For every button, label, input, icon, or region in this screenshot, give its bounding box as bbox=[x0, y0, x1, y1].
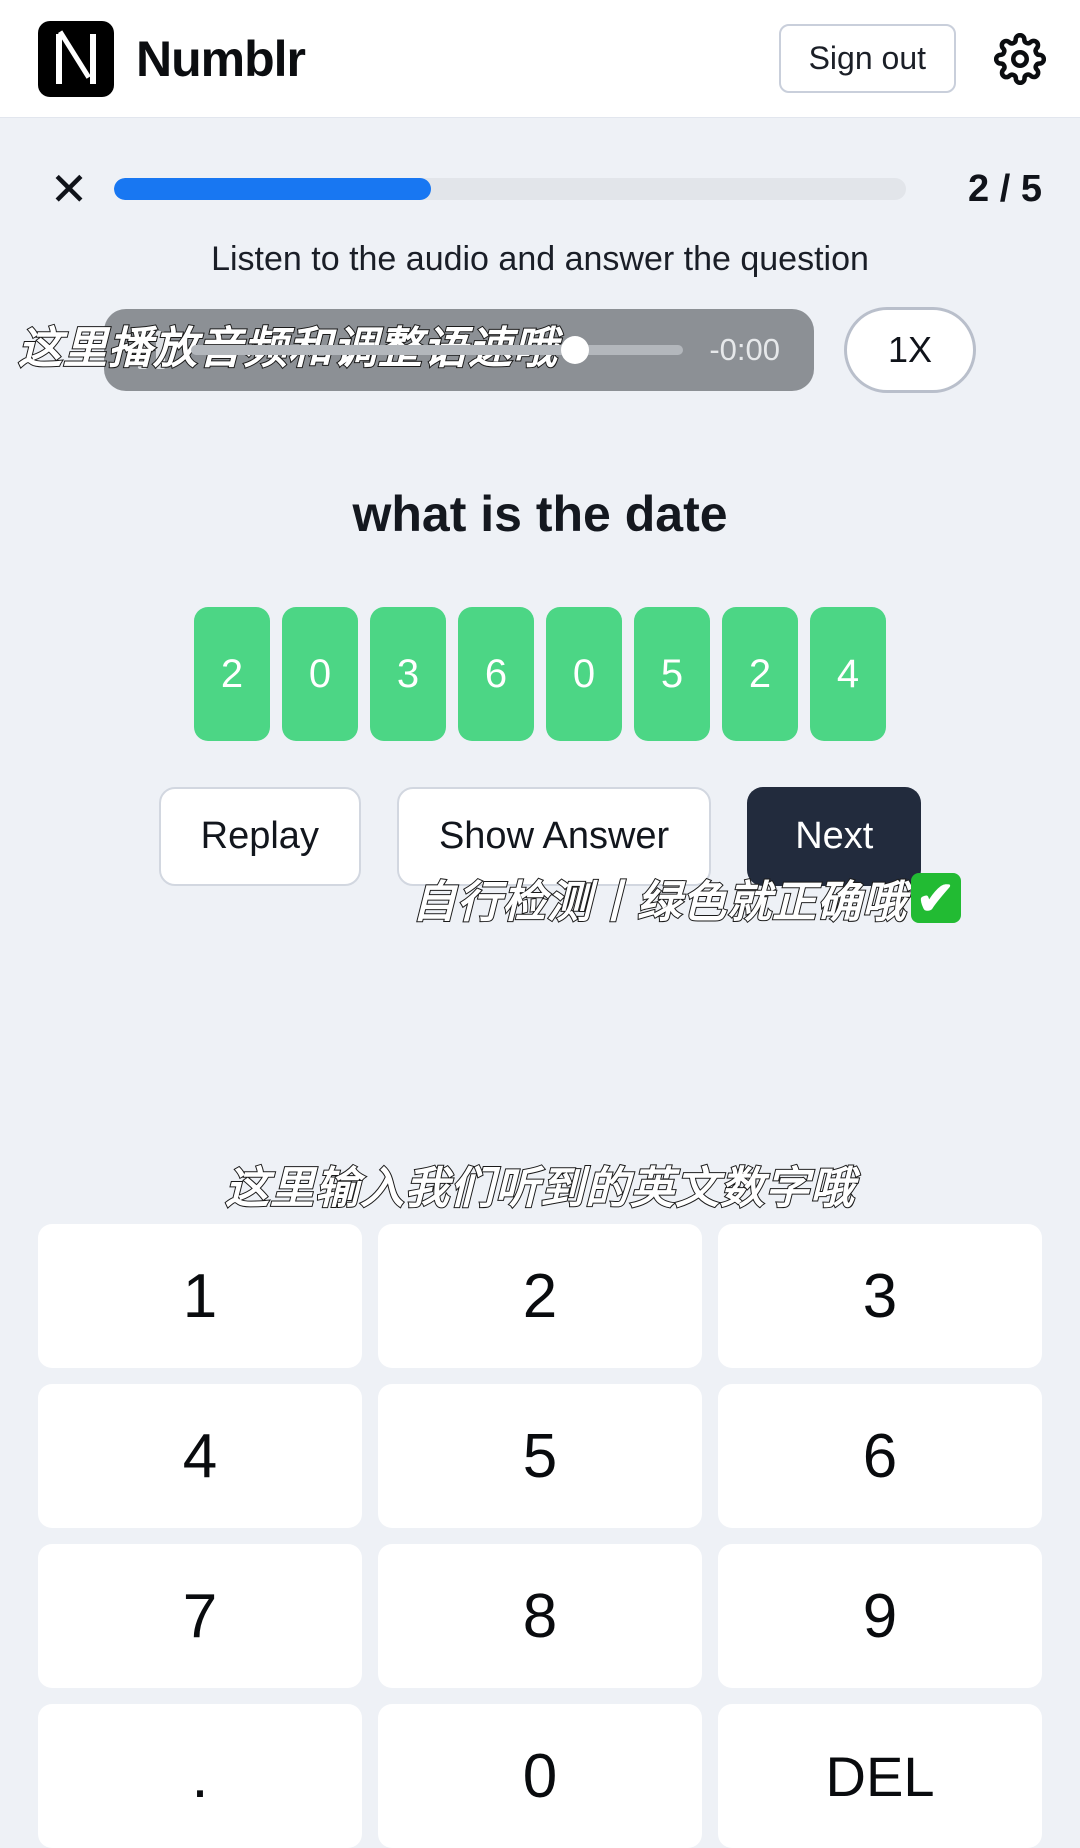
keypad-key-7[interactable]: 7 bbox=[38, 1544, 362, 1688]
keypad-key-5[interactable]: 5 bbox=[378, 1384, 702, 1528]
annotation-keypad-hint: 这里输入我们听到的英文数字哦 bbox=[224, 1163, 855, 1214]
replay-button[interactable]: Replay bbox=[158, 787, 361, 886]
keypad-key-1[interactable]: 1 bbox=[38, 1224, 362, 1368]
answer-tile: 3 bbox=[370, 607, 446, 741]
question-counter: 2 / 5 bbox=[968, 167, 1042, 210]
answer-tile: 2 bbox=[194, 607, 270, 741]
brand-title: Numblr bbox=[136, 30, 306, 87]
app-header: Numblr Sign out bbox=[0, 0, 1080, 118]
answer-tiles: 20360524 bbox=[0, 607, 1080, 741]
keypad-key-9[interactable]: 9 bbox=[718, 1544, 1042, 1688]
answer-tile: 5 bbox=[634, 607, 710, 741]
numblr-n-logo-icon bbox=[38, 20, 114, 97]
answer-tile: 6 bbox=[458, 607, 534, 741]
seek-thumb[interactable] bbox=[561, 336, 590, 364]
answer-tile: 0 bbox=[282, 607, 358, 741]
progress-bar-track bbox=[114, 178, 906, 200]
instruction-text: Listen to the audio and answer the quest… bbox=[211, 240, 869, 278]
keypad-key-0[interactable]: 0 bbox=[378, 1704, 702, 1848]
annotation-check-text: 自行检测丨绿色就正确哦 bbox=[411, 877, 907, 928]
audio-time-remaining: -0:00 bbox=[709, 332, 780, 367]
gear-icon[interactable] bbox=[990, 29, 1050, 89]
keypad-key-4[interactable]: 4 bbox=[38, 1384, 362, 1528]
progress-bar-fill bbox=[114, 178, 431, 200]
numeric-keypad: 1 2 3 4 5 6 7 8 9. 0 DEL bbox=[38, 1224, 1042, 1848]
keypad-key-6[interactable]: 6 bbox=[718, 1384, 1042, 1528]
progress-row: ✕ 2 / 5 bbox=[38, 166, 1042, 212]
keypad-key-del[interactable]: DEL bbox=[718, 1704, 1042, 1848]
playback-speed-button[interactable]: 1X bbox=[844, 307, 976, 393]
audio-seek-slider[interactable] bbox=[191, 336, 684, 364]
keypad-key-2[interactable]: 2 bbox=[378, 1224, 702, 1368]
question-text: what is the date bbox=[352, 486, 728, 542]
answer-tile: 0 bbox=[546, 607, 622, 741]
answer-tile: 4 bbox=[810, 607, 886, 741]
answer-tile: 2 bbox=[722, 607, 798, 741]
keypad-key-8[interactable]: 8 bbox=[378, 1544, 702, 1688]
keypad-key-3[interactable]: 3 bbox=[718, 1224, 1042, 1368]
annotation-audio-hint: 这里播放音频和调整语速哦 bbox=[17, 312, 558, 376]
close-x-icon[interactable]: ✕ bbox=[38, 166, 100, 212]
keypad-key-dot[interactable]: . bbox=[38, 1704, 362, 1848]
check-mark-icon: ✔ bbox=[911, 873, 961, 923]
annotation-check-hint: 自行检测丨绿色就正确哦 ✔ bbox=[411, 866, 961, 930]
sign-out-button[interactable]: Sign out bbox=[778, 24, 956, 93]
